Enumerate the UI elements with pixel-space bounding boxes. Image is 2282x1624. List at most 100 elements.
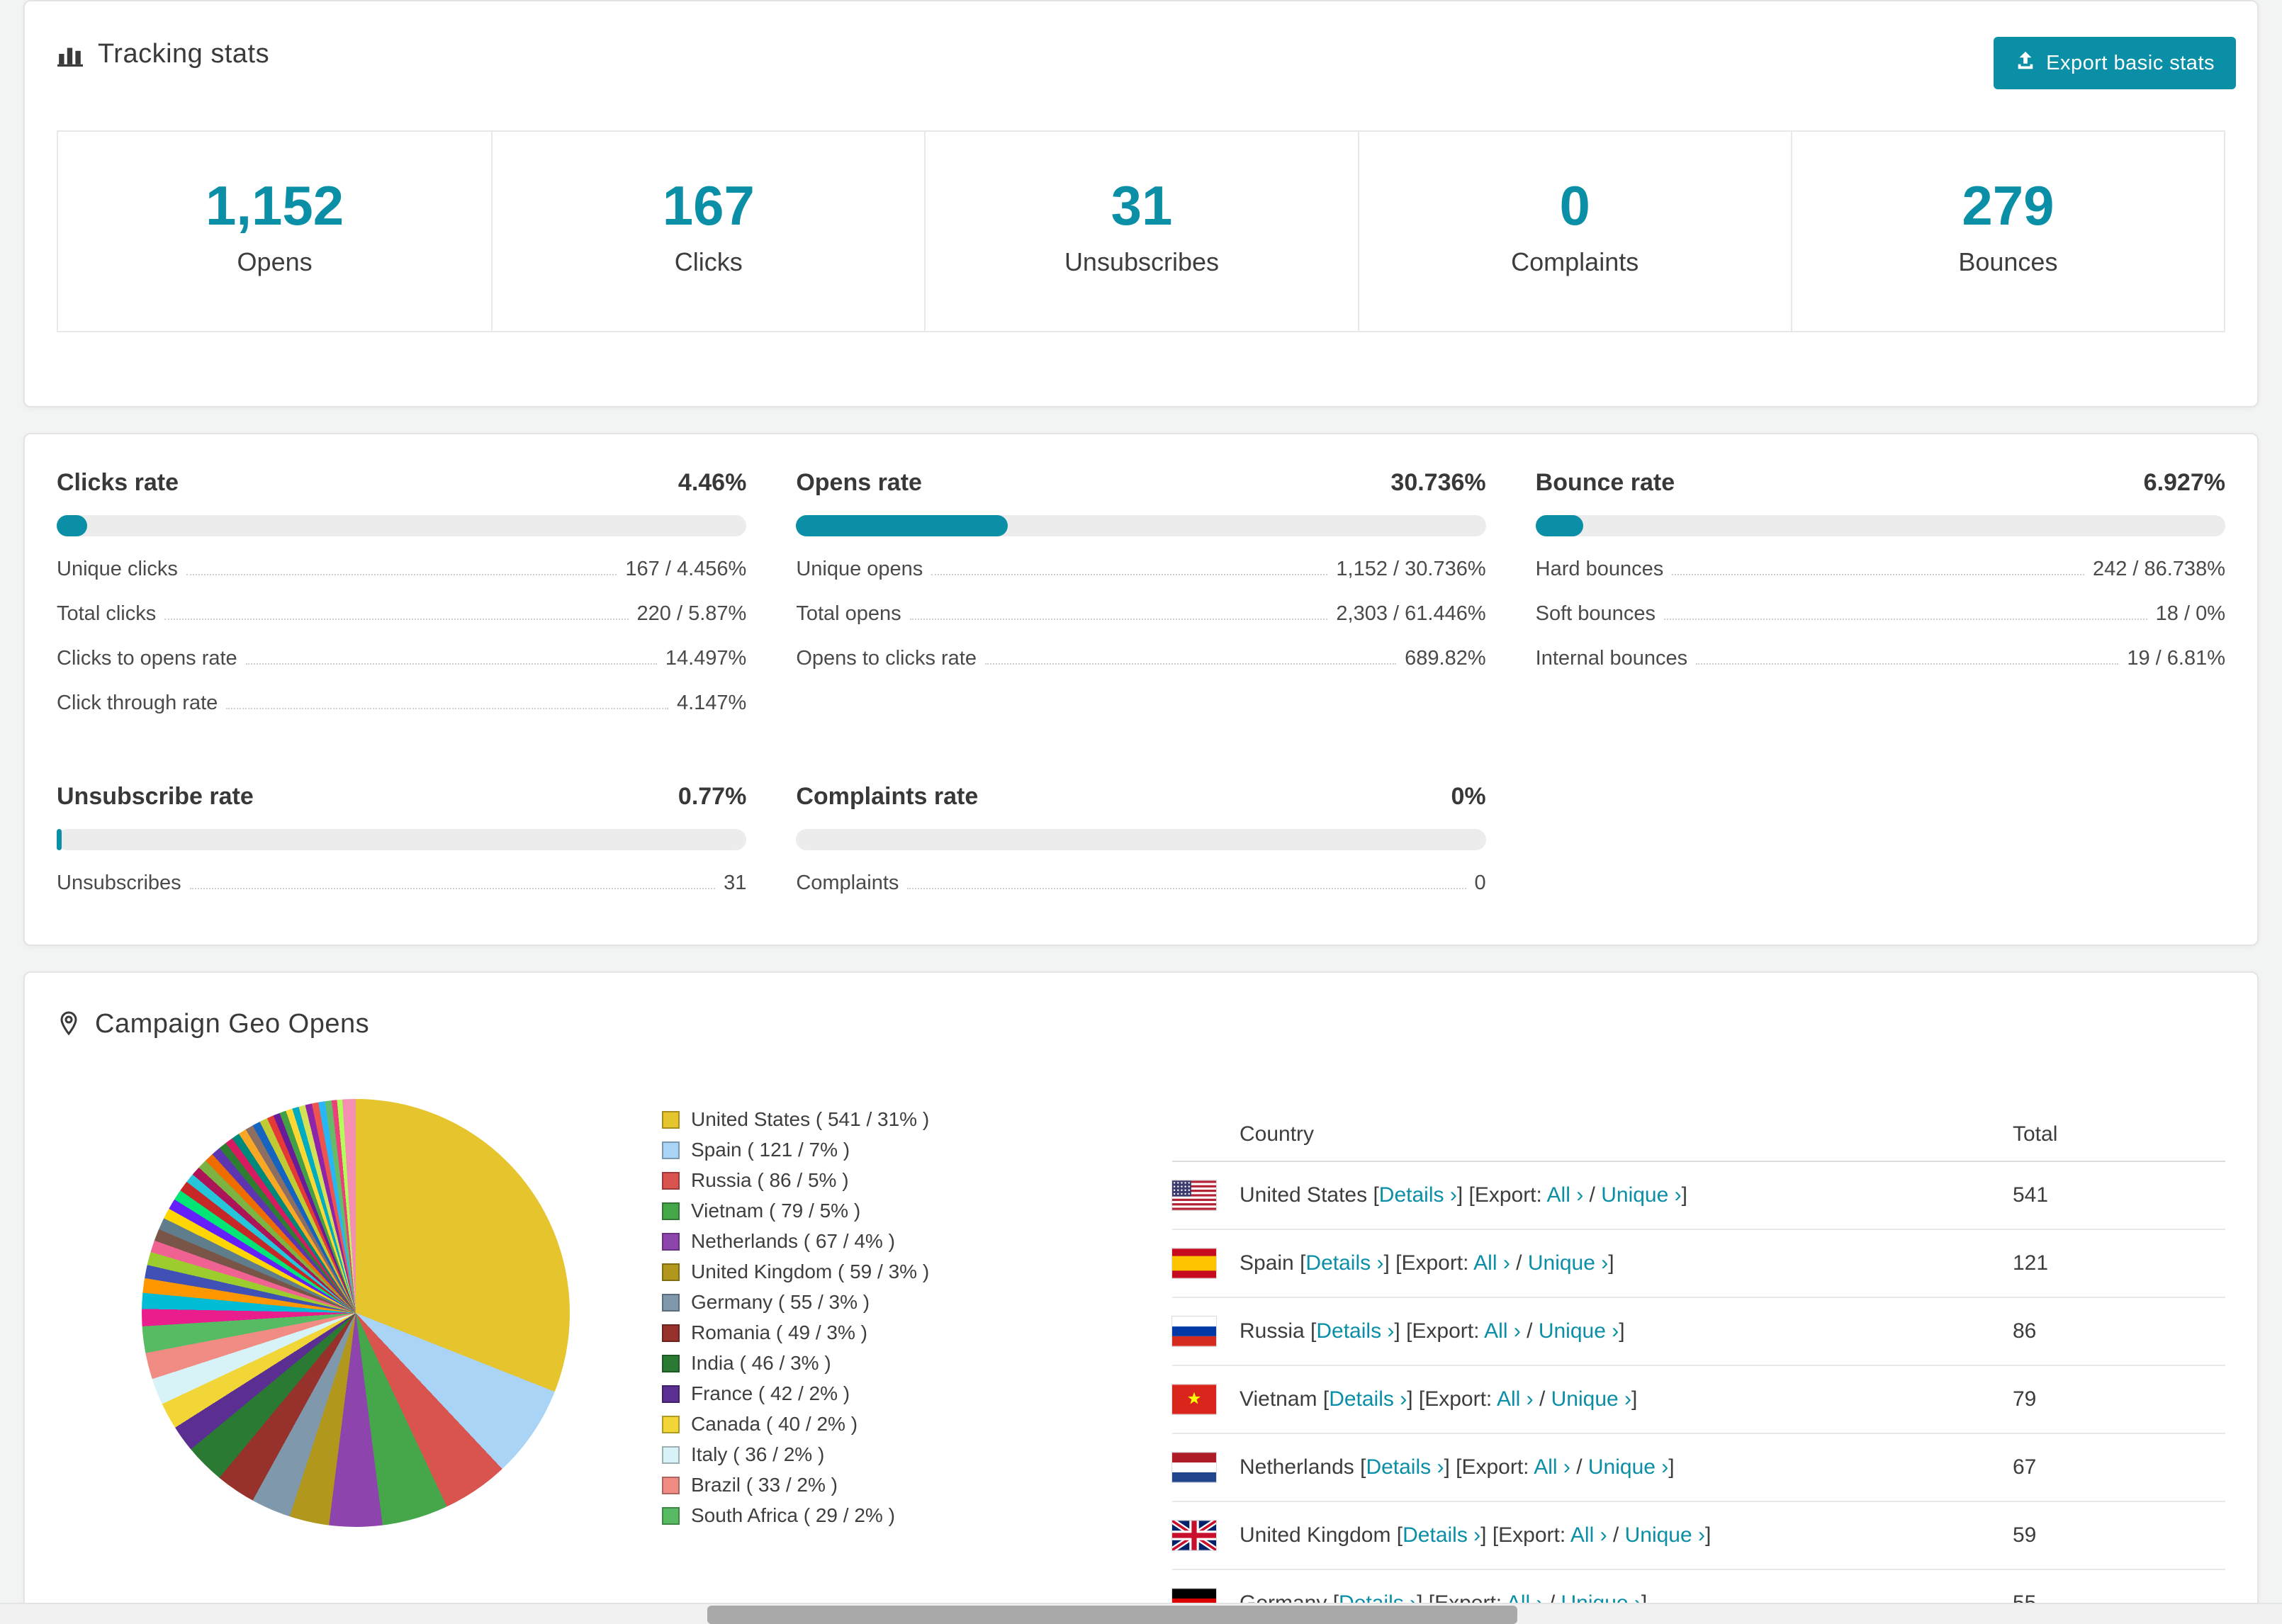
- rate-percent-value: 30.736%: [1390, 469, 1486, 496]
- export-unique-link-united-kingdom[interactable]: Unique ›: [1625, 1523, 1705, 1547]
- metric-value: 19 / 6.81%: [2127, 647, 2225, 670]
- details-link-united-states[interactable]: Details ›: [1379, 1183, 1457, 1207]
- scrollbar-thumb[interactable]: [707, 1606, 1518, 1624]
- details-link-netherlands[interactable]: Details ›: [1366, 1455, 1444, 1479]
- export-unique-link-vietnam[interactable]: Unique ›: [1551, 1387, 1631, 1411]
- legend-item-vietnam[interactable]: Vietnam ( 79 / 5% ): [662, 1201, 1059, 1221]
- details-link-spain[interactable]: Details ›: [1305, 1251, 1383, 1275]
- legend-item-spain[interactable]: Spain ( 121 / 7% ): [662, 1140, 1059, 1160]
- metric-label: Internal bounces: [1535, 647, 1688, 670]
- stat-box-clicks: 167 Clicks: [491, 132, 924, 331]
- legend-swatch-south-africa: [662, 1506, 680, 1525]
- total-cell: 541: [2013, 1161, 2225, 1230]
- export-all-link-united-states[interactable]: All ›: [1547, 1183, 1584, 1207]
- dotted-leader: [1663, 619, 2147, 620]
- dotted-leader: [186, 574, 617, 575]
- stat-box-bounces: 279 Bounces: [1790, 132, 2224, 331]
- export-all-link-netherlands[interactable]: All ›: [1534, 1455, 1570, 1479]
- tracking-stats-card: Tracking stats Export basic stats 1,152 O…: [23, 0, 2259, 407]
- rate-head-unsubscribe-rate: Unsubscribe rate 0.77%: [57, 782, 746, 811]
- export-all-link-vietnam[interactable]: All ›: [1497, 1387, 1534, 1411]
- legend-label: India ( 46 / 3% ): [691, 1352, 831, 1374]
- metric-row: Soft bounces 18 / 0%: [1536, 602, 2225, 626]
- export-unique-link-spain[interactable]: Unique ›: [1528, 1251, 1608, 1275]
- geo-table-wrap: Country Total United States [Details ›] …: [1172, 1115, 2225, 1624]
- export-basic-stats-button[interactable]: Export basic stats: [1994, 37, 2236, 89]
- export-unique-link-netherlands[interactable]: Unique ›: [1588, 1455, 1668, 1479]
- details-link-vietnam[interactable]: Details ›: [1329, 1387, 1407, 1411]
- metric-row: Hard bounces 242 / 86.738%: [1536, 557, 2225, 581]
- legend-swatch-romania: [662, 1324, 680, 1342]
- stat-label-unsubscribes: Unsubscribes: [1064, 247, 1220, 276]
- legend-item-south-africa[interactable]: South Africa ( 29 / 2% ): [662, 1506, 1059, 1526]
- flag-gb-icon: [1172, 1521, 1216, 1550]
- rate-title: Opens rate: [796, 469, 922, 496]
- country-cell: Netherlands [Details ›] [Export: All › /…: [1240, 1433, 2013, 1502]
- legend-item-germany[interactable]: Germany ( 55 / 3% ): [662, 1292, 1059, 1312]
- legend-item-united-kingdom[interactable]: United Kingdom ( 59 / 3% ): [662, 1262, 1059, 1282]
- legend-swatch-france: [662, 1385, 680, 1403]
- legend-swatch-germany: [662, 1293, 680, 1312]
- legend-label: Germany ( 55 / 3% ): [691, 1291, 870, 1313]
- country-cell: Russia [Details ›] [Export: All › / Uniq…: [1240, 1297, 2013, 1366]
- legend-item-italy[interactable]: Italy ( 36 / 2% ): [662, 1445, 1059, 1465]
- legend-item-russia[interactable]: Russia ( 86 / 5% ): [662, 1171, 1059, 1190]
- pie-legend: United States ( 541 / 31% ) Spain ( 121 /…: [662, 1110, 1059, 1536]
- legend-swatch-russia: [662, 1171, 680, 1190]
- country-column-header: Country: [1240, 1115, 2013, 1162]
- legend-swatch-netherlands: [662, 1232, 680, 1251]
- progress-bar: [57, 515, 747, 536]
- export-all-link-spain[interactable]: All ›: [1473, 1251, 1510, 1275]
- map-marker-icon: [57, 1010, 81, 1038]
- metric-value: 242 / 86.738%: [2092, 558, 2225, 580]
- geo-table-row-united-states: United States [Details ›] [Export: All ›…: [1172, 1161, 2225, 1230]
- legend-item-brazil[interactable]: Brazil ( 33 / 2% ): [662, 1475, 1059, 1495]
- country-cell: United Kingdom [Details ›] [Export: All …: [1240, 1501, 2013, 1570]
- geo-body: United States ( 541 / 31% ) Spain ( 121 /…: [57, 1055, 2225, 1624]
- flag-cell: [1172, 1229, 1240, 1298]
- metric-label: Click through rate: [57, 692, 218, 714]
- legend-item-netherlands[interactable]: Netherlands ( 67 / 4% ): [662, 1231, 1059, 1251]
- legend-item-united-states[interactable]: United States ( 541 / 31% ): [662, 1110, 1059, 1129]
- details-link-russia[interactable]: Details ›: [1316, 1319, 1394, 1343]
- flag-cell: [1172, 1365, 1240, 1434]
- legend-item-canada[interactable]: Canada ( 40 / 2% ): [662, 1414, 1059, 1434]
- horizontal-scrollbar[interactable]: [0, 1603, 2282, 1624]
- rate-title: Clicks rate: [57, 469, 179, 496]
- legend-item-romania[interactable]: Romania ( 49 / 3% ): [662, 1323, 1059, 1343]
- metric-value: 2,303 / 61.446%: [1336, 602, 1486, 625]
- legend-swatch-vietnam: [662, 1202, 680, 1220]
- legend-item-india[interactable]: India ( 46 / 3% ): [662, 1353, 1059, 1373]
- progress-bar-fill: [57, 515, 88, 536]
- legend-label: Russia ( 86 / 5% ): [691, 1169, 849, 1191]
- rate-title: Bounce rate: [1535, 469, 1675, 496]
- total-column-header: Total: [2013, 1115, 2225, 1162]
- legend-label: Italy ( 36 / 2% ): [691, 1443, 825, 1465]
- metric-label: Unique clicks: [57, 558, 178, 580]
- rates-card: Clicks rate 4.46% Unique clicks 167 / 4.456…: [23, 433, 2259, 946]
- export-all-link-russia[interactable]: All ›: [1484, 1319, 1521, 1343]
- rate-head-bounce-rate: Bounce rate 6.927%: [1536, 468, 2225, 497]
- progress-bar: [796, 829, 1486, 850]
- campaign-geo-opens-card: Campaign Geo Opens United States ( 541 /…: [23, 971, 2259, 1624]
- country-cell: Spain [Details ›] [Export: All › / Uniqu…: [1240, 1229, 2013, 1298]
- tracking-stats-title-wrap: Tracking stats: [57, 37, 269, 71]
- legend-label: France ( 42 / 2% ): [691, 1382, 850, 1404]
- export-unique-link-united-states[interactable]: Unique ›: [1601, 1183, 1681, 1207]
- legend-swatch-united-states: [662, 1110, 680, 1129]
- stat-value-clicks: 167: [662, 174, 755, 237]
- dotted-leader: [984, 663, 1397, 665]
- metric-label: Soft bounces: [1535, 602, 1656, 625]
- geo-table-row-spain: Spain [Details ›] [Export: All › / Uniqu…: [1172, 1229, 2225, 1298]
- export-all-link-united-kingdom[interactable]: All ›: [1570, 1523, 1607, 1547]
- progress-bar: [796, 515, 1486, 536]
- details-link-united-kingdom[interactable]: Details ›: [1403, 1523, 1480, 1547]
- total-cell: 59: [2013, 1501, 2225, 1570]
- legend-item-france[interactable]: France ( 42 / 2% ): [662, 1384, 1059, 1404]
- export-unique-link-russia[interactable]: Unique ›: [1539, 1319, 1619, 1343]
- dotted-leader: [1672, 574, 2084, 575]
- flag-cell: [1172, 1501, 1240, 1570]
- metric-value: 689.82%: [1405, 647, 1486, 670]
- progress-bar: [57, 829, 747, 850]
- progress-bar-fill: [796, 515, 1008, 536]
